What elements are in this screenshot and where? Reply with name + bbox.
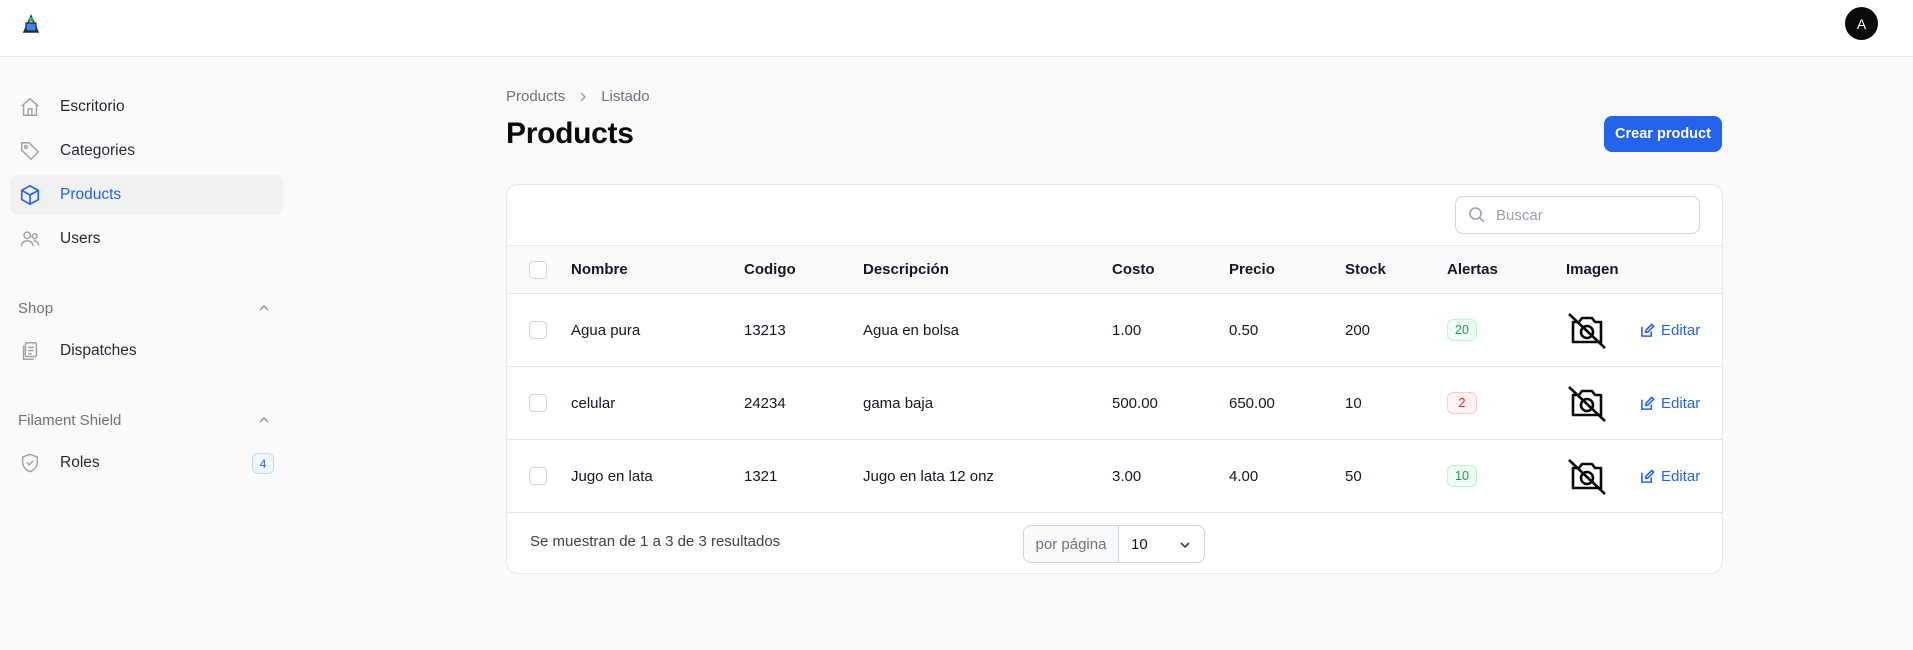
edit-label: Editar <box>1661 394 1701 412</box>
search-box[interactable] <box>1455 196 1700 234</box>
cell-stock: 10 <box>1345 394 1362 412</box>
products-table-card: Nombre Codigo Descripción Costo Precio S… <box>506 184 1723 574</box>
edit-link[interactable]: Editar <box>1640 322 1700 339</box>
sidebar-group-shop: Shop <box>18 300 54 317</box>
sidebar-item-label: Roles <box>60 454 100 471</box>
cell-precio: 4.00 <box>1229 467 1259 485</box>
create-product-button[interactable]: Crear product <box>1604 116 1722 152</box>
search-icon <box>1469 207 1485 223</box>
no-image-icon <box>1568 313 1606 349</box>
per-page-label: por página <box>1024 526 1119 562</box>
chevron-down-icon <box>1180 542 1190 549</box>
column-header-imagen: Imagen <box>1566 261 1619 278</box>
edit-icon <box>1641 468 1655 483</box>
edit-label: Editar <box>1661 467 1701 485</box>
column-header-alertas[interactable]: Alertas <box>1447 246 1498 293</box>
cell-codigo: 1321 <box>744 467 778 485</box>
edit-link[interactable]: Editar <box>1640 395 1700 412</box>
alert-badge: 2 <box>1447 392 1477 414</box>
sidebar-group-filament-shield: Filament Shield <box>18 412 122 429</box>
chevron-up-icon[interactable] <box>257 301 271 315</box>
table-header: Nombre Codigo Descripción Costo Precio S… <box>507 245 1722 294</box>
column-header-stock[interactable]: Stock <box>1345 246 1386 293</box>
cube-icon <box>18 183 42 207</box>
app-logo-icon[interactable] <box>18 12 44 38</box>
table-row[interactable]: Agua pura 13213 Agua en bolsa 1.00 0.50 … <box>507 294 1722 367</box>
cell-nombre: Jugo en lata <box>571 467 653 485</box>
per-page-value: 10 <box>1131 535 1148 553</box>
cell-costo: 3.00 <box>1112 467 1142 485</box>
table-row[interactable]: Jugo en lata 1321 Jugo en lata 12 onz 3.… <box>507 440 1722 513</box>
edit-icon <box>1641 395 1655 410</box>
no-image-icon <box>1568 459 1606 495</box>
sidebar-item-users[interactable]: Users <box>10 219 283 259</box>
breadcrumb-current: Listado <box>601 88 650 105</box>
sidebar-item-escritorio[interactable]: Escritorio <box>10 87 283 127</box>
edit-link[interactable]: Editar <box>1640 468 1700 485</box>
column-header-descripcion[interactable]: Descripción <box>863 246 949 293</box>
sidebar-item-label: Products <box>60 186 122 203</box>
sidebar-item-label: Categories <box>60 142 135 159</box>
clipboard-icon <box>18 339 42 363</box>
pagination-summary: Se muestran de 1 a 3 de 3 resultados <box>530 533 781 550</box>
tag-icon <box>18 139 42 163</box>
edit-label: Editar <box>1661 321 1701 339</box>
home-icon <box>18 95 42 119</box>
users-icon <box>18 227 42 251</box>
column-header-costo[interactable]: Costo <box>1112 246 1155 293</box>
shield-icon <box>18 451 42 475</box>
breadcrumb: Products Listado <box>506 88 650 105</box>
sidebar-item-dispatches[interactable]: Dispatches <box>10 331 283 371</box>
edit-icon <box>1641 322 1655 337</box>
sidebar-item-roles[interactable]: Roles 4 <box>10 443 283 483</box>
sidebar-item-products[interactable]: Products <box>10 175 283 215</box>
column-header-precio[interactable]: Precio <box>1229 246 1275 293</box>
column-header-codigo[interactable]: Codigo <box>744 246 796 293</box>
cell-descripcion: gama baja <box>863 394 934 412</box>
cell-precio: 0.50 <box>1229 321 1259 339</box>
sidebar-item-label: Users <box>60 230 101 247</box>
per-page-select[interactable]: por página 10 <box>1023 525 1205 563</box>
cell-descripcion: Agua en bolsa <box>863 321 959 339</box>
avatar-initial: A <box>1856 15 1867 32</box>
cell-costo: 1.00 <box>1112 321 1142 339</box>
table-row[interactable]: celular 24234 gama baja 500.00 650.00 10… <box>507 367 1722 440</box>
cell-nombre: Agua pura <box>571 321 641 339</box>
per-page-dropdown[interactable]: 10 <box>1119 526 1204 562</box>
row-checkbox[interactable] <box>529 467 547 485</box>
user-avatar[interactable]: A <box>1845 7 1878 40</box>
row-checkbox[interactable] <box>529 321 547 339</box>
cell-stock: 50 <box>1345 467 1362 485</box>
page-title: Products <box>506 117 634 150</box>
cell-costo: 500.00 <box>1112 394 1158 412</box>
alert-badge: 10 <box>1447 465 1477 487</box>
column-header-nombre[interactable]: Nombre <box>571 246 628 293</box>
search-input[interactable] <box>1496 206 1686 224</box>
cell-nombre: celular <box>571 394 616 412</box>
cell-stock: 200 <box>1345 321 1371 339</box>
cell-descripcion: Jugo en lata 12 onz <box>863 467 994 485</box>
select-all-checkbox[interactable] <box>529 260 547 279</box>
chevron-right-icon <box>577 91 589 103</box>
sidebar-item-label: Escritorio <box>60 98 125 115</box>
cell-codigo: 13213 <box>744 321 786 339</box>
cell-precio: 650.00 <box>1229 394 1275 412</box>
row-checkbox[interactable] <box>529 394 547 412</box>
topbar: A <box>0 0 1913 57</box>
sidebar-item-label: Dispatches <box>60 342 137 359</box>
no-image-icon <box>1568 386 1606 422</box>
breadcrumb-parent[interactable]: Products <box>506 88 565 105</box>
chevron-up-icon[interactable] <box>257 413 271 427</box>
sidebar-item-categories[interactable]: Categories <box>10 131 283 171</box>
roles-count-badge: 4 <box>252 453 274 474</box>
sidebar: Escritorio Categories Products Users Sho… <box>0 57 290 650</box>
cell-codigo: 24234 <box>744 394 786 412</box>
alert-badge: 20 <box>1447 319 1477 341</box>
